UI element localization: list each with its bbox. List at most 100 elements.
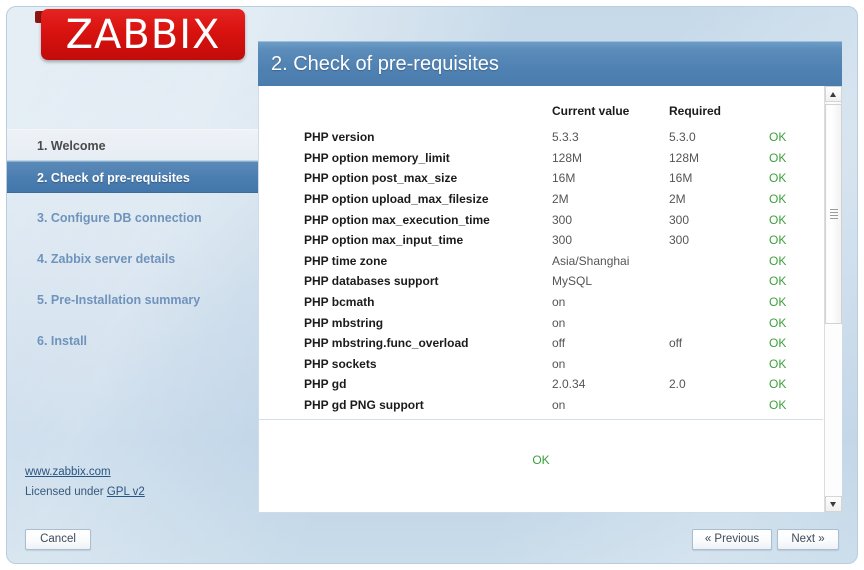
required-value: 300 — [669, 233, 690, 248]
column-header-current-value: Current value — [552, 104, 630, 118]
main-panel: 2. Check of pre-requisites Current value… — [258, 41, 842, 513]
cancel-button[interactable]: Cancel — [25, 529, 91, 550]
current-value: 16M — [552, 171, 576, 186]
table-row: PHP bcmath on OK — [304, 292, 819, 313]
required-value — [669, 312, 769, 333]
zabbix-website-link[interactable]: www.zabbix.com — [25, 466, 145, 478]
previous-button[interactable]: « Previous — [692, 529, 772, 550]
status-badge: OK — [769, 212, 787, 227]
installer-window: ZABBIX 1. Welcome 2. Check of pre-requis… — [6, 6, 858, 564]
table-row: PHP sockets on OK — [304, 354, 819, 375]
vertical-scrollbar[interactable] — [824, 86, 842, 512]
current-value: 5.3.3 — [552, 130, 579, 145]
requirement-name: PHP option max_input_time — [304, 233, 464, 248]
status-badge: OK — [769, 253, 787, 268]
sidebar-item-label: 1. Welcome — [37, 139, 106, 153]
required-value: 2M — [669, 192, 686, 207]
current-value: on — [552, 315, 566, 330]
page-title: 2. Check of pre-requisites — [258, 41, 842, 86]
sidebar-item-server-details[interactable]: 4. Zabbix server details — [7, 243, 258, 275]
current-value: 2M — [552, 192, 569, 207]
table-row: PHP mbstring on OK — [304, 312, 819, 333]
scrollbar-thumb[interactable] — [825, 104, 842, 324]
sidebar-item-label: 3. Configure DB connection — [37, 211, 202, 225]
status-badge: OK — [769, 398, 787, 413]
status-badge: OK — [769, 150, 787, 165]
column-header-required: Required — [669, 104, 722, 118]
required-value: 16M — [669, 171, 693, 186]
sidebar-item-label: 4. Zabbix server details — [37, 252, 176, 266]
status-badge: OK — [769, 356, 787, 371]
current-value: Asia/Shanghai — [552, 253, 630, 268]
scroll-down-arrow-icon[interactable] — [825, 496, 842, 512]
required-value: 300 — [669, 212, 690, 227]
current-value: 300 — [552, 212, 573, 227]
requirement-name: PHP time zone — [304, 253, 388, 268]
requirement-name: PHP option post_max_size — [304, 171, 458, 186]
sidebar-item-configure-db[interactable]: 3. Configure DB connection — [7, 202, 258, 234]
required-value — [669, 395, 769, 416]
sidebar-item-label: 2. Check of pre-requisites — [37, 171, 190, 185]
requirement-name: PHP mbstring.func_overload — [304, 336, 469, 351]
required-value: off — [669, 336, 683, 351]
prerequisites-scroll-viewport: Current value Required PHP version 5.3.3 5… — [259, 86, 823, 418]
status-badge: OK — [769, 336, 787, 351]
license-prefix: Licensed under — [25, 486, 107, 498]
requirement-name: PHP option upload_max_filesize — [304, 192, 489, 207]
required-value — [669, 271, 769, 292]
sidebar-item-check-prerequisites[interactable]: 2. Check of pre-requisites — [7, 161, 258, 193]
wizard-step-nav: 1. Welcome 2. Check of pre-requisites 3.… — [7, 129, 258, 357]
required-value — [669, 251, 769, 272]
panel-body: Current value Required PHP version 5.3.3 5… — [258, 86, 842, 513]
sidebar-item-label: 5. Pre-Installation summary — [37, 293, 201, 307]
sidebar-item-preinstall-summary[interactable]: 5. Pre-Installation summary — [7, 284, 258, 316]
current-value: 128M — [552, 150, 583, 165]
current-value: on — [552, 356, 566, 371]
requirement-name: PHP databases support — [304, 274, 439, 289]
current-value: on — [552, 398, 566, 413]
requirement-name: PHP mbstring — [304, 315, 384, 330]
license-link[interactable]: GPL v2 — [107, 486, 145, 498]
requirement-name: PHP option max_execution_time — [304, 212, 490, 227]
status-badge: OK — [769, 274, 787, 289]
table-row: PHP option memory_limit 128M 128M OK — [304, 148, 819, 169]
sidebar-item-install[interactable]: 6. Install — [7, 325, 258, 357]
table-row: PHP time zone Asia/Shanghai OK — [304, 251, 819, 272]
status-badge: OK — [769, 295, 787, 310]
scroll-up-arrow-icon[interactable] — [825, 86, 842, 102]
footer-links: www.zabbix.com Licensed under GPL v2 — [25, 466, 145, 498]
required-value — [669, 292, 769, 313]
table-header-row: Current value Required — [304, 104, 819, 127]
requirement-name: PHP option memory_limit — [304, 150, 450, 165]
current-value: MySQL — [552, 274, 593, 289]
license-line: Licensed under GPL v2 — [25, 486, 145, 498]
table-row: PHP version 5.3.3 5.3.0 OK — [304, 127, 819, 148]
table-row: PHP gd 2.0.34 2.0 OK — [304, 374, 819, 395]
status-badge: OK — [769, 192, 787, 207]
status-badge: OK — [769, 315, 787, 330]
prerequisites-table-wrap: Current value Required PHP version 5.3.3 5… — [259, 86, 823, 415]
table-header: Current value Required — [304, 104, 819, 127]
sidebar-item-welcome[interactable]: 1. Welcome — [7, 129, 258, 161]
required-value: 2.0 — [669, 377, 686, 392]
table-row: PHP databases support MySQL OK — [304, 271, 819, 292]
prerequisites-table: Current value Required PHP version 5.3.3 5… — [304, 104, 819, 415]
required-value: 5.3.0 — [669, 130, 696, 145]
scrollbar-track[interactable] — [825, 324, 842, 496]
current-value: off — [552, 336, 566, 351]
zabbix-logo-text: ZABBIX — [65, 11, 221, 58]
scrollbar-grip-icon — [830, 209, 838, 219]
current-value: on — [552, 295, 566, 310]
sidebar-item-label: 6. Install — [37, 334, 88, 348]
column-header-name — [304, 104, 552, 127]
status-badge: OK — [769, 171, 787, 186]
next-button[interactable]: Next » — [777, 529, 839, 550]
requirement-name: PHP gd — [304, 377, 347, 392]
summary-separator — [259, 419, 823, 420]
table-row: PHP option upload_max_filesize 2M 2M OK — [304, 189, 819, 210]
table-row: PHP option post_max_size 16M 16M OK — [304, 168, 819, 189]
status-badge: OK — [769, 233, 787, 248]
wizard-nav-buttons: « Previous Next » — [692, 529, 839, 550]
current-value: 300 — [552, 233, 573, 248]
table-row: PHP option max_execution_time 300 300 OK — [304, 209, 819, 230]
